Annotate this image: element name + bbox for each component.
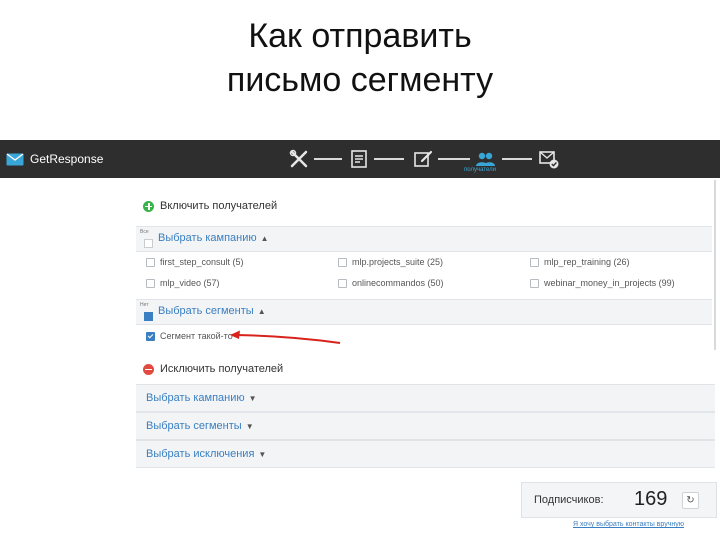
select-campaign-dropdown[interactable]: Выбрать кампанию ▲ xyxy=(158,232,269,244)
step-caption: получатели xyxy=(464,167,496,173)
plus-circle-icon xyxy=(143,200,154,212)
slide-title: Как отправить письмо сегменту xyxy=(0,14,720,102)
campaign-label: webinar_money_in_projects (99) xyxy=(544,278,675,288)
exclude-suppressions-label: Выбрать исключения xyxy=(146,448,255,460)
envelope-logo-icon xyxy=(6,152,24,165)
chevron-up-icon: ▲ xyxy=(257,307,266,316)
checkbox[interactable] xyxy=(338,257,347,267)
exclude-campaign-dropdown[interactable]: Выбрать кампанию ▼ xyxy=(146,392,257,404)
wizard-steps: получатели xyxy=(288,146,568,173)
campaign-label: mlp_video (57) xyxy=(160,278,220,288)
campaign-label: onlinecommandos (50) xyxy=(352,278,444,288)
template-icon[interactable] xyxy=(348,148,370,170)
subscribers-count: 169 xyxy=(634,488,668,510)
exclude-recipients-header[interactable]: Исключить получателей xyxy=(143,363,283,375)
campaign-checkbox-item[interactable]: mlp.projects_suite (25) xyxy=(338,257,443,267)
checkbox[interactable] xyxy=(338,278,347,288)
exclude-suppressions-dropdown[interactable]: Выбрать исключения ▼ xyxy=(146,448,266,460)
getresponse-logo[interactable]: GetResponse xyxy=(6,151,103,167)
campaign-checkbox-item[interactable]: onlinecommandos (50) xyxy=(338,278,444,288)
campaign-label: first_step_consult (5) xyxy=(160,257,244,267)
brand-name: GetResponse xyxy=(30,152,104,166)
include-recipients-title: Включить получателей xyxy=(160,200,278,212)
select-none-mini-label: Нет xyxy=(140,302,149,308)
campaign-label: mlp.projects_suite (25) xyxy=(352,257,444,267)
checkbox[interactable] xyxy=(530,278,539,288)
campaign-label: mlp_rep_training (26) xyxy=(544,257,630,267)
include-recipients-header[interactable]: Включить получателей xyxy=(143,200,277,212)
segment-label: Сегмент такой-то xyxy=(160,331,233,341)
select-segments-dropdown[interactable]: Выбрать сегменты ▲ xyxy=(158,305,266,317)
checkbox-checked[interactable] xyxy=(146,331,155,341)
minus-circle-icon xyxy=(143,363,154,375)
select-all-checkbox[interactable] xyxy=(144,239,153,248)
step-connector xyxy=(502,158,532,160)
campaign-checkbox-item[interactable]: webinar_money_in_projects (99) xyxy=(530,278,675,288)
chevron-down-icon: ▼ xyxy=(248,394,257,403)
edit-icon[interactable] xyxy=(412,148,434,170)
exclude-segments-bar[interactable]: Выбрать сегменты ▼ xyxy=(136,412,715,440)
manual-select-link[interactable]: Я хочу выбрать контакты вручную xyxy=(573,521,684,528)
red-arrow-annotation xyxy=(230,330,341,344)
checkbox[interactable] xyxy=(146,278,155,288)
exclude-campaign-bar[interactable]: Выбрать кампанию ▼ xyxy=(136,384,715,412)
checkbox[interactable] xyxy=(530,257,539,267)
campaign-checkbox-item[interactable]: mlp_rep_training (26) xyxy=(530,257,630,267)
select-campaign-label: Выбрать кампанию xyxy=(158,232,257,244)
step-connector xyxy=(314,158,342,160)
select-campaign-bar[interactable]: Все Выбрать кампанию ▲ xyxy=(136,226,712,252)
tools-icon[interactable] xyxy=(288,148,310,170)
slide-title-line-2: письмо сегменту xyxy=(226,61,494,99)
select-all-mini-label: Все xyxy=(140,229,149,235)
slide-title-line-1: Как отправить xyxy=(248,17,472,55)
segment-checkbox-item[interactable]: Сегмент такой-то xyxy=(146,331,233,341)
campaign-checkbox-item[interactable]: first_step_consult (5) xyxy=(146,257,244,267)
chevron-down-icon: ▼ xyxy=(258,450,267,459)
subscribers-label: Подписчиков: xyxy=(534,494,604,506)
exclude-segments-label: Выбрать сегменты xyxy=(146,420,242,432)
chevron-down-icon: ▼ xyxy=(245,422,254,431)
exclude-campaign-label: Выбрать кампанию xyxy=(146,392,245,404)
exclude-suppressions-bar[interactable]: Выбрать исключения ▼ xyxy=(136,440,715,468)
subscribers-counter: Подписчиков: 169 ↻ xyxy=(521,482,717,518)
refresh-icon[interactable]: ↻ xyxy=(682,492,699,509)
step-connector xyxy=(438,158,470,160)
step-connector xyxy=(374,158,404,160)
exclude-segments-dropdown[interactable]: Выбрать сегменты ▼ xyxy=(146,420,254,432)
right-edge-divider xyxy=(714,180,716,350)
app-header-bar: GetResponse получатели xyxy=(0,140,720,178)
send-check-icon[interactable] xyxy=(538,148,560,170)
exclude-recipients-title: Исключить получателей xyxy=(160,363,284,375)
checkbox[interactable] xyxy=(146,257,155,267)
select-none-checkbox[interactable] xyxy=(144,312,153,321)
chevron-up-icon: ▲ xyxy=(260,234,269,243)
campaign-checkbox-item[interactable]: mlp_video (57) xyxy=(146,278,220,288)
select-segments-label: Выбрать сегменты xyxy=(158,305,254,317)
select-segments-bar[interactable]: Нет Выбрать сегменты ▲ xyxy=(136,299,712,325)
